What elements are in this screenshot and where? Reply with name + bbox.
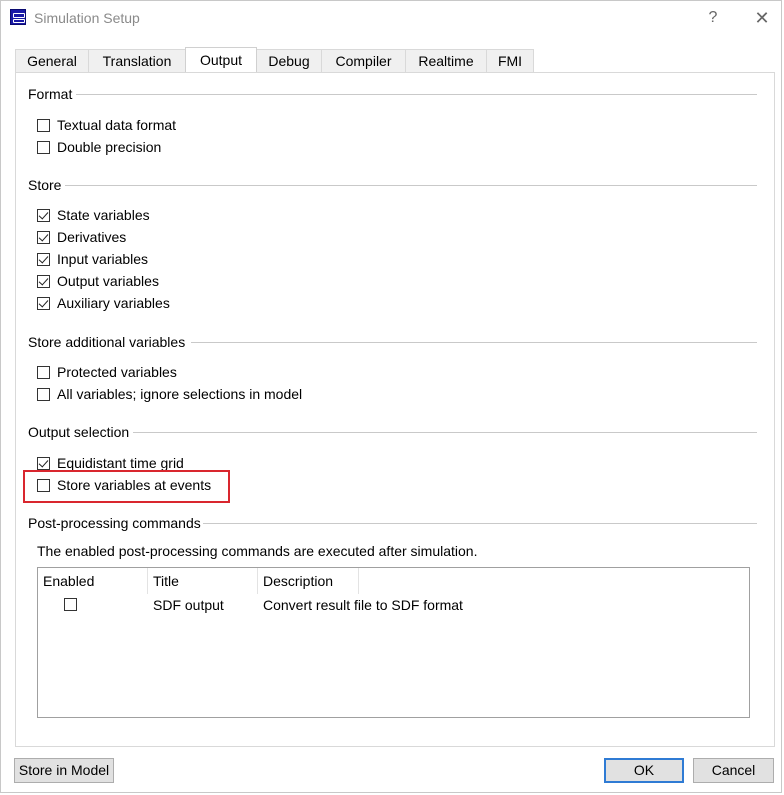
- all-variables-label: All variables; ignore selections in mode…: [57, 386, 303, 402]
- tab-output[interactable]: Output: [185, 47, 257, 73]
- column-header-enabled[interactable]: Enabled: [43, 573, 94, 593]
- state-variables-label: State variables: [57, 207, 150, 223]
- state-variables-checkbox[interactable]: [37, 208, 50, 222]
- column-separator[interactable]: [257, 568, 258, 594]
- window-title: Simulation Setup: [34, 10, 140, 26]
- output-selection-divider: [133, 432, 757, 433]
- format-group-title: Format: [28, 86, 75, 102]
- sdf-output-description: Convert result file to SDF format: [263, 597, 463, 613]
- store-additional-group-title: Store additional variables: [28, 334, 188, 350]
- auxiliary-variables-checkbox[interactable]: [37, 296, 50, 310]
- output-selection-group-title: Output selection: [28, 424, 132, 440]
- column-separator[interactable]: [358, 568, 359, 594]
- tab-translation[interactable]: Translation: [88, 49, 186, 72]
- protected-variables-option[interactable]: Protected variables: [37, 363, 177, 381]
- output-variables-option[interactable]: Output variables: [37, 272, 159, 290]
- post-processing-group-title: Post-processing commands: [28, 515, 203, 531]
- format-divider: [76, 94, 757, 95]
- protected-variables-label: Protected variables: [57, 364, 177, 380]
- equidistant-time-grid-checkbox[interactable]: [37, 456, 50, 470]
- store-divider: [65, 185, 757, 186]
- equidistant-time-grid-label: Equidistant time grid: [57, 455, 184, 471]
- input-variables-checkbox[interactable]: [37, 252, 50, 266]
- sdf-output-title: SDF output: [153, 597, 224, 613]
- simulation-setup-dialog: Simulation Setup ? ✕ General Translation…: [0, 0, 782, 793]
- double-precision-option[interactable]: Double precision: [37, 138, 161, 156]
- input-variables-label: Input variables: [57, 251, 149, 267]
- tab-debug[interactable]: Debug: [256, 49, 322, 72]
- textual-data-format-option[interactable]: Textual data format: [37, 116, 176, 134]
- store-group-title: Store: [28, 177, 64, 193]
- highlight-box: [23, 470, 230, 503]
- column-header-description[interactable]: Description: [263, 573, 333, 593]
- derivatives-checkbox[interactable]: [37, 230, 50, 244]
- column-header-title[interactable]: Title: [153, 573, 179, 593]
- ok-button[interactable]: OK: [604, 758, 684, 783]
- store-in-model-button[interactable]: Store in Model: [14, 758, 114, 783]
- textual-data-format-label: Textual data format: [57, 117, 177, 133]
- column-separator[interactable]: [147, 568, 148, 594]
- app-icon: [10, 9, 26, 25]
- sdf-output-enabled-checkbox[interactable]: [64, 598, 77, 611]
- tab-fmi[interactable]: FMI: [486, 49, 534, 72]
- help-button[interactable]: ?: [698, 5, 728, 31]
- auxiliary-variables-option[interactable]: Auxiliary variables: [37, 294, 170, 312]
- input-variables-option[interactable]: Input variables: [37, 250, 148, 268]
- derivatives-option[interactable]: Derivatives: [37, 228, 126, 246]
- tab-realtime[interactable]: Realtime: [405, 49, 487, 72]
- auxiliary-variables-label: Auxiliary variables: [57, 295, 170, 311]
- output-variables-label: Output variables: [57, 273, 159, 289]
- state-variables-option[interactable]: State variables: [37, 206, 150, 224]
- close-button[interactable]: ✕: [747, 5, 777, 31]
- cancel-button[interactable]: Cancel: [693, 758, 774, 783]
- double-precision-checkbox[interactable]: [37, 140, 50, 154]
- derivatives-label: Derivatives: [57, 229, 127, 245]
- post-processing-table: Enabled Title Description SDF output Con…: [37, 567, 750, 718]
- tab-general[interactable]: General: [15, 49, 89, 72]
- output-variables-checkbox[interactable]: [37, 274, 50, 288]
- protected-variables-checkbox[interactable]: [37, 365, 50, 379]
- post-processing-description: The enabled post-processing commands are…: [37, 543, 478, 559]
- textual-data-format-checkbox[interactable]: [37, 118, 50, 132]
- tab-compiler[interactable]: Compiler: [321, 49, 406, 72]
- all-variables-checkbox[interactable]: [37, 387, 50, 401]
- all-variables-option[interactable]: All variables; ignore selections in mode…: [37, 385, 302, 403]
- post-processing-divider: [203, 523, 757, 524]
- title-bar: Simulation Setup ? ✕: [1, 1, 781, 35]
- double-precision-label: Double precision: [57, 139, 162, 155]
- store-additional-divider: [191, 342, 757, 343]
